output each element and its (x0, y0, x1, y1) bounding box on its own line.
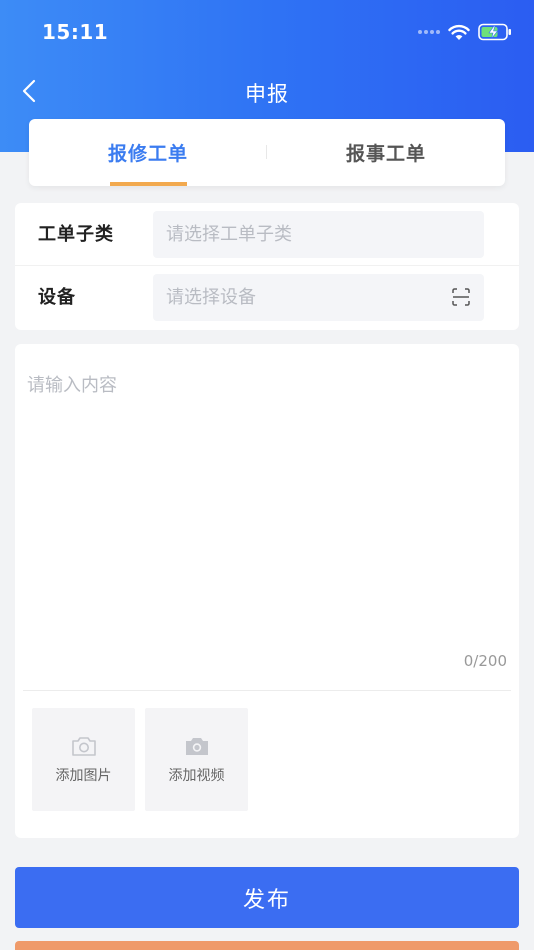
add-image-button[interactable]: 添加图片 (32, 708, 135, 811)
char-counter: 0/200 (463, 652, 507, 670)
add-image-label: 添加图片 (55, 767, 112, 784)
active-tab-indicator (110, 182, 187, 186)
device-select[interactable]: 请选择设备 (153, 274, 484, 321)
order-form: 工单子类 请选择工单子类 设备 请选择设备 (15, 203, 519, 330)
page-title: 申报 (245, 82, 289, 106)
tab-incident-order[interactable]: 报事工单 (267, 119, 505, 186)
content-textarea[interactable]: 请输入内容 (27, 371, 117, 397)
navigation-bar: 申报 (0, 64, 534, 120)
secondary-button-partial[interactable] (15, 941, 519, 950)
tab-repair-order[interactable]: 报修工单 (29, 119, 267, 186)
wifi-icon (448, 24, 470, 40)
cellular-signal-icon (418, 30, 440, 34)
camera-icon (71, 736, 96, 756)
form-row-device: 设备 请选择设备 (15, 266, 519, 329)
content-divider (23, 690, 511, 691)
add-video-button[interactable]: 添加视频 (145, 708, 248, 811)
battery-charging-icon (478, 23, 511, 41)
status-time: 15:11 (42, 20, 109, 44)
publish-button[interactable]: 发布 (15, 867, 519, 928)
subcategory-select[interactable]: 请选择工单子类 (153, 211, 484, 258)
form-row-subcategory: 工单子类 请选择工单子类 (15, 203, 519, 266)
status-icons (418, 20, 512, 44)
add-video-label: 添加视频 (168, 767, 225, 784)
scan-icon[interactable] (452, 288, 470, 306)
status-bar: 15:11 (0, 0, 534, 64)
camera-icon (185, 737, 208, 755)
device-placeholder: 请选择设备 (166, 287, 256, 308)
subcategory-label: 工单子类 (38, 224, 114, 245)
content-card: 请输入内容 0/200 添加图片 添加视频 (15, 344, 519, 838)
device-label: 设备 (38, 287, 76, 308)
tab-bar: 报修工单 报事工单 (29, 119, 505, 186)
